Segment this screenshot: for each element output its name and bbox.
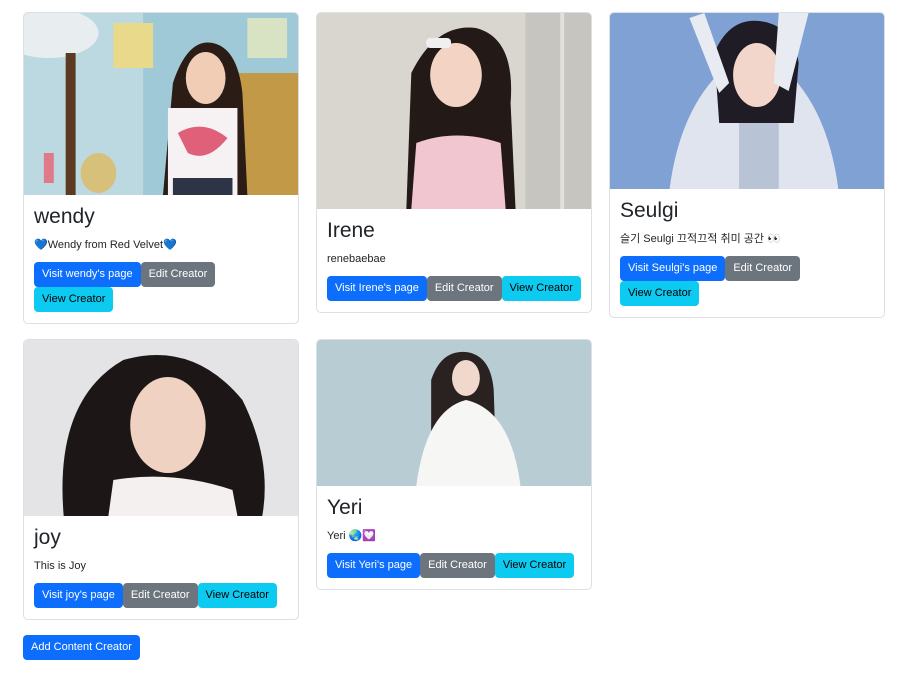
creator-description: 💙Wendy from Red Velvet💙 — [34, 239, 177, 252]
creator-card-wendy: wendy 💙Wendy from Red Velvet💙 Visit wend… — [23, 12, 299, 325]
creator-name: joy — [34, 526, 61, 549]
creator-name: Yeri — [327, 496, 363, 519]
visit-page-button[interactable]: Visit joy's page — [34, 583, 123, 609]
edit-creator-button[interactable]: Edit Creator — [140, 262, 216, 288]
creator-photo-wendy — [24, 13, 298, 195]
creator-card-yeri: Yeri Yeri 🌏💟 Visit Yeri's page Edit Crea… — [316, 339, 592, 591]
creator-card-joy: joy This is Joy Visit joy's page Edit Cr… — [23, 339, 299, 621]
edit-creator-button[interactable]: Edit Creator — [725, 256, 801, 282]
visit-page-button[interactable]: Visit Irene's page — [327, 276, 427, 302]
creator-name: Seulgi — [620, 199, 679, 222]
add-content-creator-button[interactable]: Add Content Creator — [23, 635, 140, 660]
creator-card-seulgi: Seulgi 슬기 Seulgi 끄적끄적 취미 공간 👀 Visit Seul… — [609, 12, 885, 319]
edit-creator-button[interactable]: Edit Creator — [426, 276, 502, 302]
view-creator-button[interactable]: View Creator — [34, 287, 114, 313]
creator-description: 슬기 Seulgi 끄적끄적 취미 공간 👀 — [620, 233, 781, 246]
creator-description: renebaebae — [327, 253, 386, 266]
view-creator-button[interactable]: View Creator — [620, 281, 700, 307]
visit-page-button[interactable]: Visit Seulgi's page — [620, 256, 726, 282]
creator-description: This is Joy — [34, 560, 86, 573]
creator-name: wendy — [34, 205, 95, 228]
creator-card-irene: Irene renebaebae Visit Irene's page Edit… — [316, 12, 592, 314]
creator-photo-yeri — [317, 340, 591, 486]
edit-creator-button[interactable]: Edit Creator — [420, 553, 495, 579]
creator-photo-seulgi — [610, 13, 884, 189]
visit-page-button[interactable]: Visit Yeri's page — [327, 553, 421, 579]
creator-photo-irene — [317, 13, 591, 209]
view-creator-button[interactable]: View Creator — [501, 276, 581, 302]
visit-page-button[interactable]: Visit wendy's page — [34, 262, 141, 288]
view-creator-button[interactable]: View Creator — [197, 583, 277, 609]
creator-photo-joy — [24, 340, 298, 516]
creator-description: Yeri 🌏💟 — [327, 530, 377, 543]
view-creator-button[interactable]: View Creator — [494, 553, 575, 579]
creator-name: Irene — [327, 219, 375, 242]
edit-creator-button[interactable]: Edit Creator — [122, 583, 198, 609]
